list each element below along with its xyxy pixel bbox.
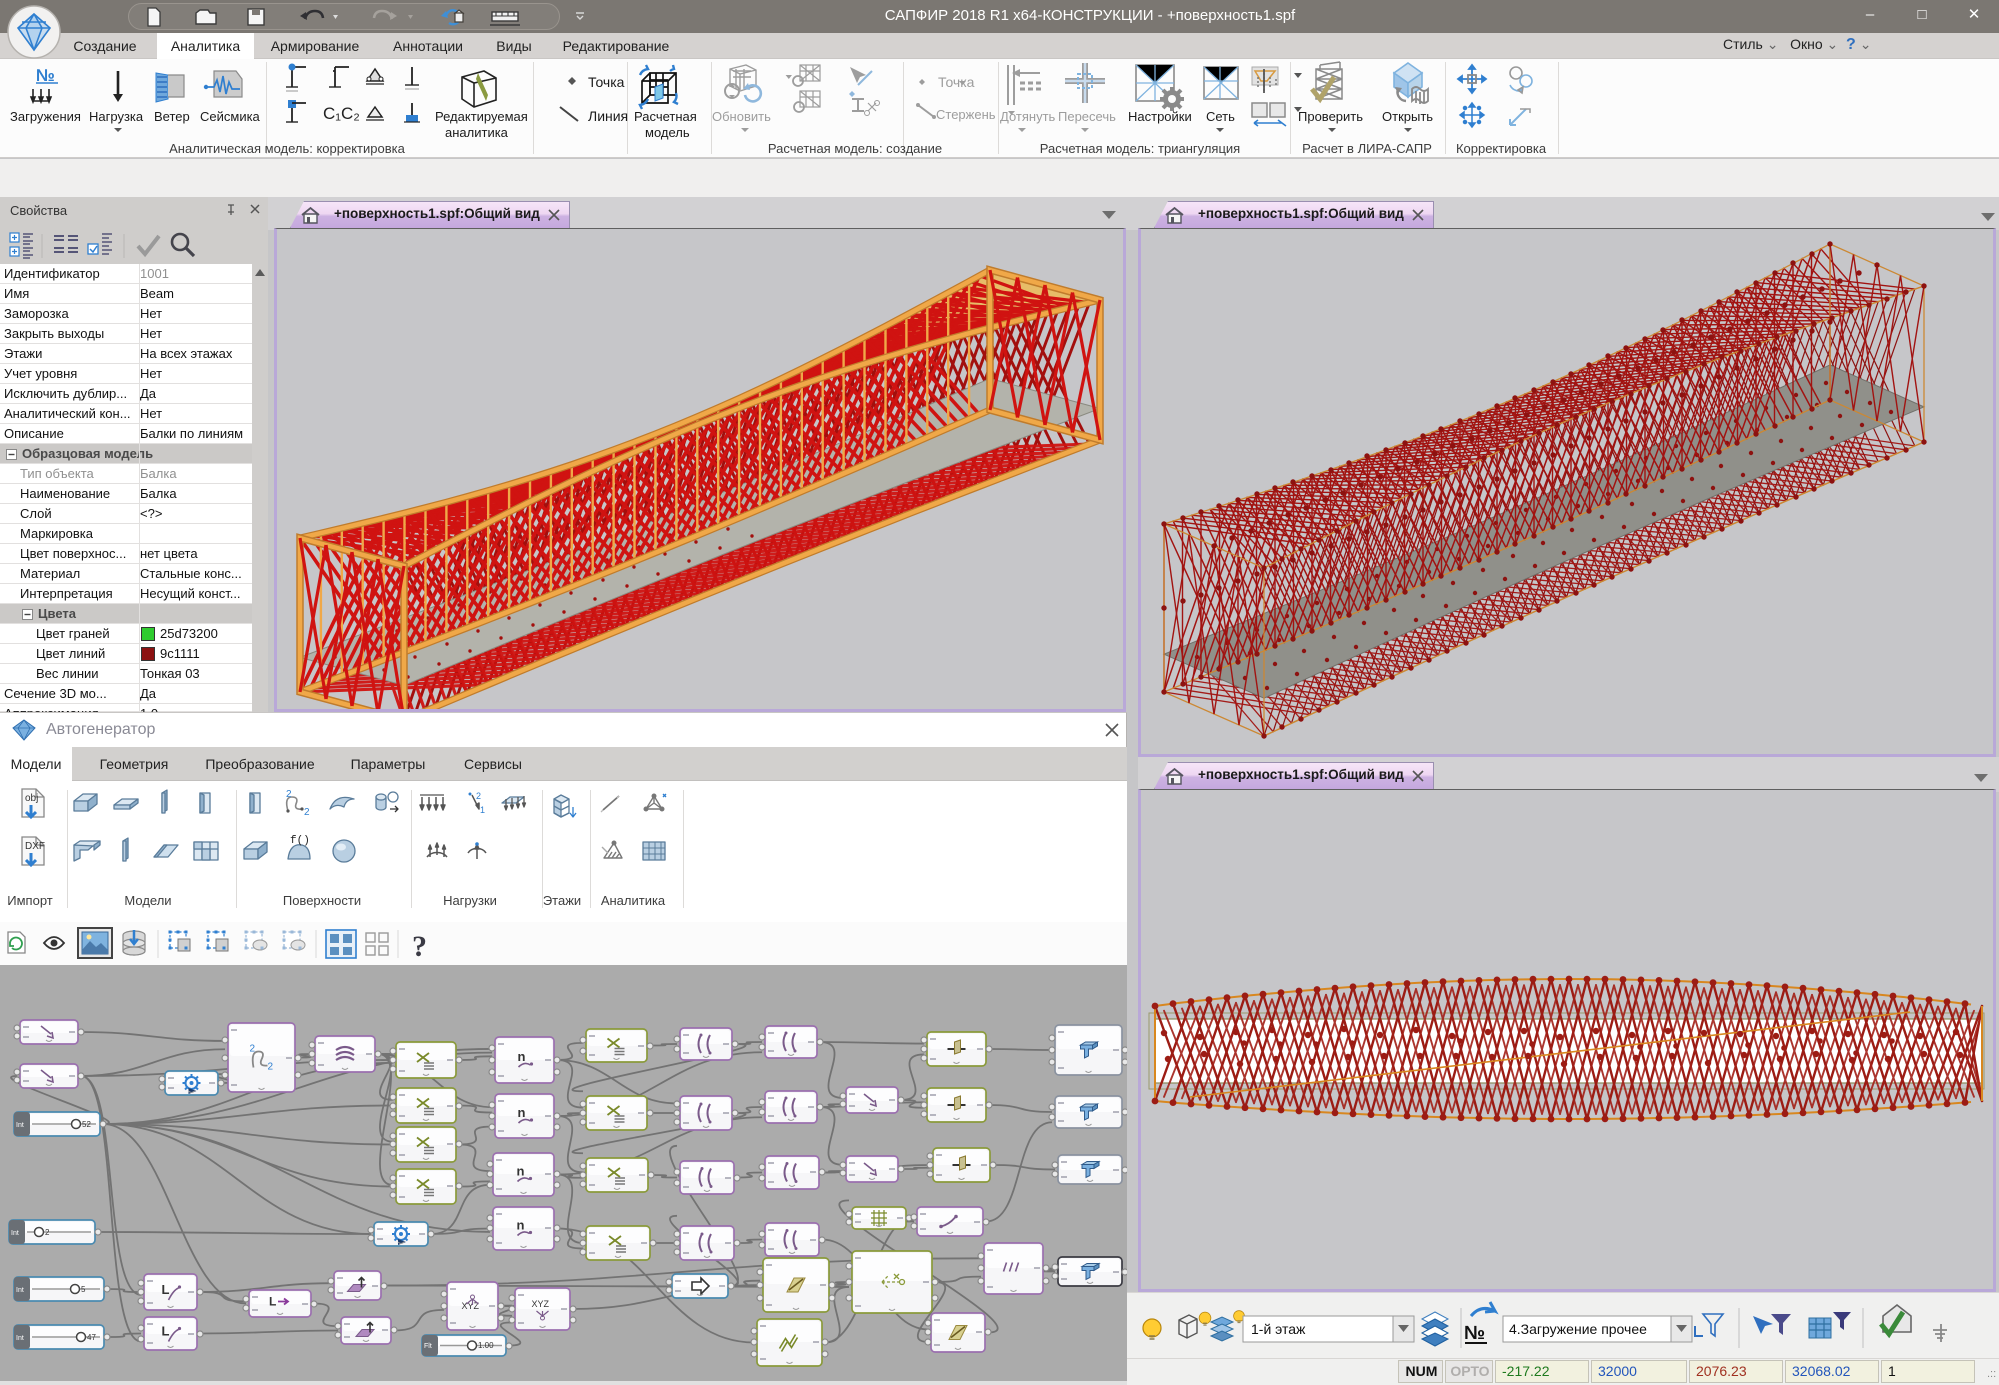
svg-text:?: ? bbox=[412, 930, 427, 963]
svg-text:Открыть: Открыть bbox=[1382, 109, 1433, 124]
svg-text:n: n bbox=[517, 1164, 525, 1179]
svg-text:Редактируемая: Редактируемая bbox=[435, 109, 528, 124]
svg-text:модель: модель bbox=[645, 125, 690, 140]
svg-text:1-й этаж: 1-й этаж bbox=[1251, 1321, 1306, 1337]
svg-text:Расчетная: Расчетная bbox=[634, 109, 697, 124]
svg-text:Int: Int bbox=[16, 1287, 24, 1294]
svg-text:1.00: 1.00 bbox=[478, 1341, 494, 1350]
svg-text:Дотянуть: Дотянуть bbox=[1000, 109, 1056, 124]
svg-text:L: L bbox=[162, 1324, 170, 1339]
svg-text:obj: obj bbox=[25, 793, 38, 804]
svg-text:2: 2 bbox=[286, 789, 292, 800]
svg-text:47: 47 bbox=[87, 1333, 96, 1342]
svg-text:2: 2 bbox=[304, 807, 310, 818]
svg-text:2: 2 bbox=[268, 1062, 274, 1073]
svg-text:L: L bbox=[162, 1282, 170, 1297]
svg-text:n: n bbox=[518, 1049, 526, 1064]
svg-text:Обновить: Обновить bbox=[712, 109, 771, 124]
svg-text:Настройки: Настройки bbox=[1128, 109, 1192, 124]
svg-text:Int: Int bbox=[11, 1230, 19, 1237]
svg-text:2: 2 bbox=[476, 791, 481, 801]
svg-text:XYZ: XYZ bbox=[532, 1299, 550, 1309]
svg-text:52: 52 bbox=[82, 1120, 91, 1129]
svg-text:Flt: Flt bbox=[424, 1343, 432, 1350]
svg-text:Пересечь: Пересечь bbox=[1058, 109, 1116, 124]
svg-text:Int: Int bbox=[16, 1335, 24, 1342]
svg-text:4.Загружение прочее: 4.Загружение прочее bbox=[1509, 1321, 1647, 1337]
svg-text:n: n bbox=[518, 1105, 526, 1120]
svg-text:1: 1 bbox=[480, 805, 485, 815]
svg-text:f(): f() bbox=[290, 835, 310, 847]
svg-text:n: n bbox=[517, 1218, 525, 1233]
svg-text:Точка: Точка bbox=[588, 74, 625, 90]
svg-text:DXF: DXF bbox=[25, 841, 45, 852]
svg-text:2: 2 bbox=[250, 1044, 256, 1055]
svg-text:Линия: Линия bbox=[588, 108, 628, 124]
svg-text:C₁C₂: C₁C₂ bbox=[323, 104, 360, 123]
svg-text:Стержень: Стержень bbox=[936, 107, 996, 122]
svg-text:Сеть: Сеть bbox=[1206, 109, 1235, 124]
svg-text:аналитика: аналитика bbox=[445, 125, 509, 140]
svg-text:L: L bbox=[269, 1295, 276, 1309]
svg-text:Int: Int bbox=[16, 1122, 24, 1129]
svg-text:5: 5 bbox=[81, 1285, 86, 1294]
svg-text:Точка: Точка bbox=[938, 74, 975, 90]
svg-text:Проверить: Проверить bbox=[1298, 109, 1363, 124]
svg-text:2: 2 bbox=[45, 1228, 50, 1237]
svg-text:№: № bbox=[1464, 1323, 1485, 1344]
